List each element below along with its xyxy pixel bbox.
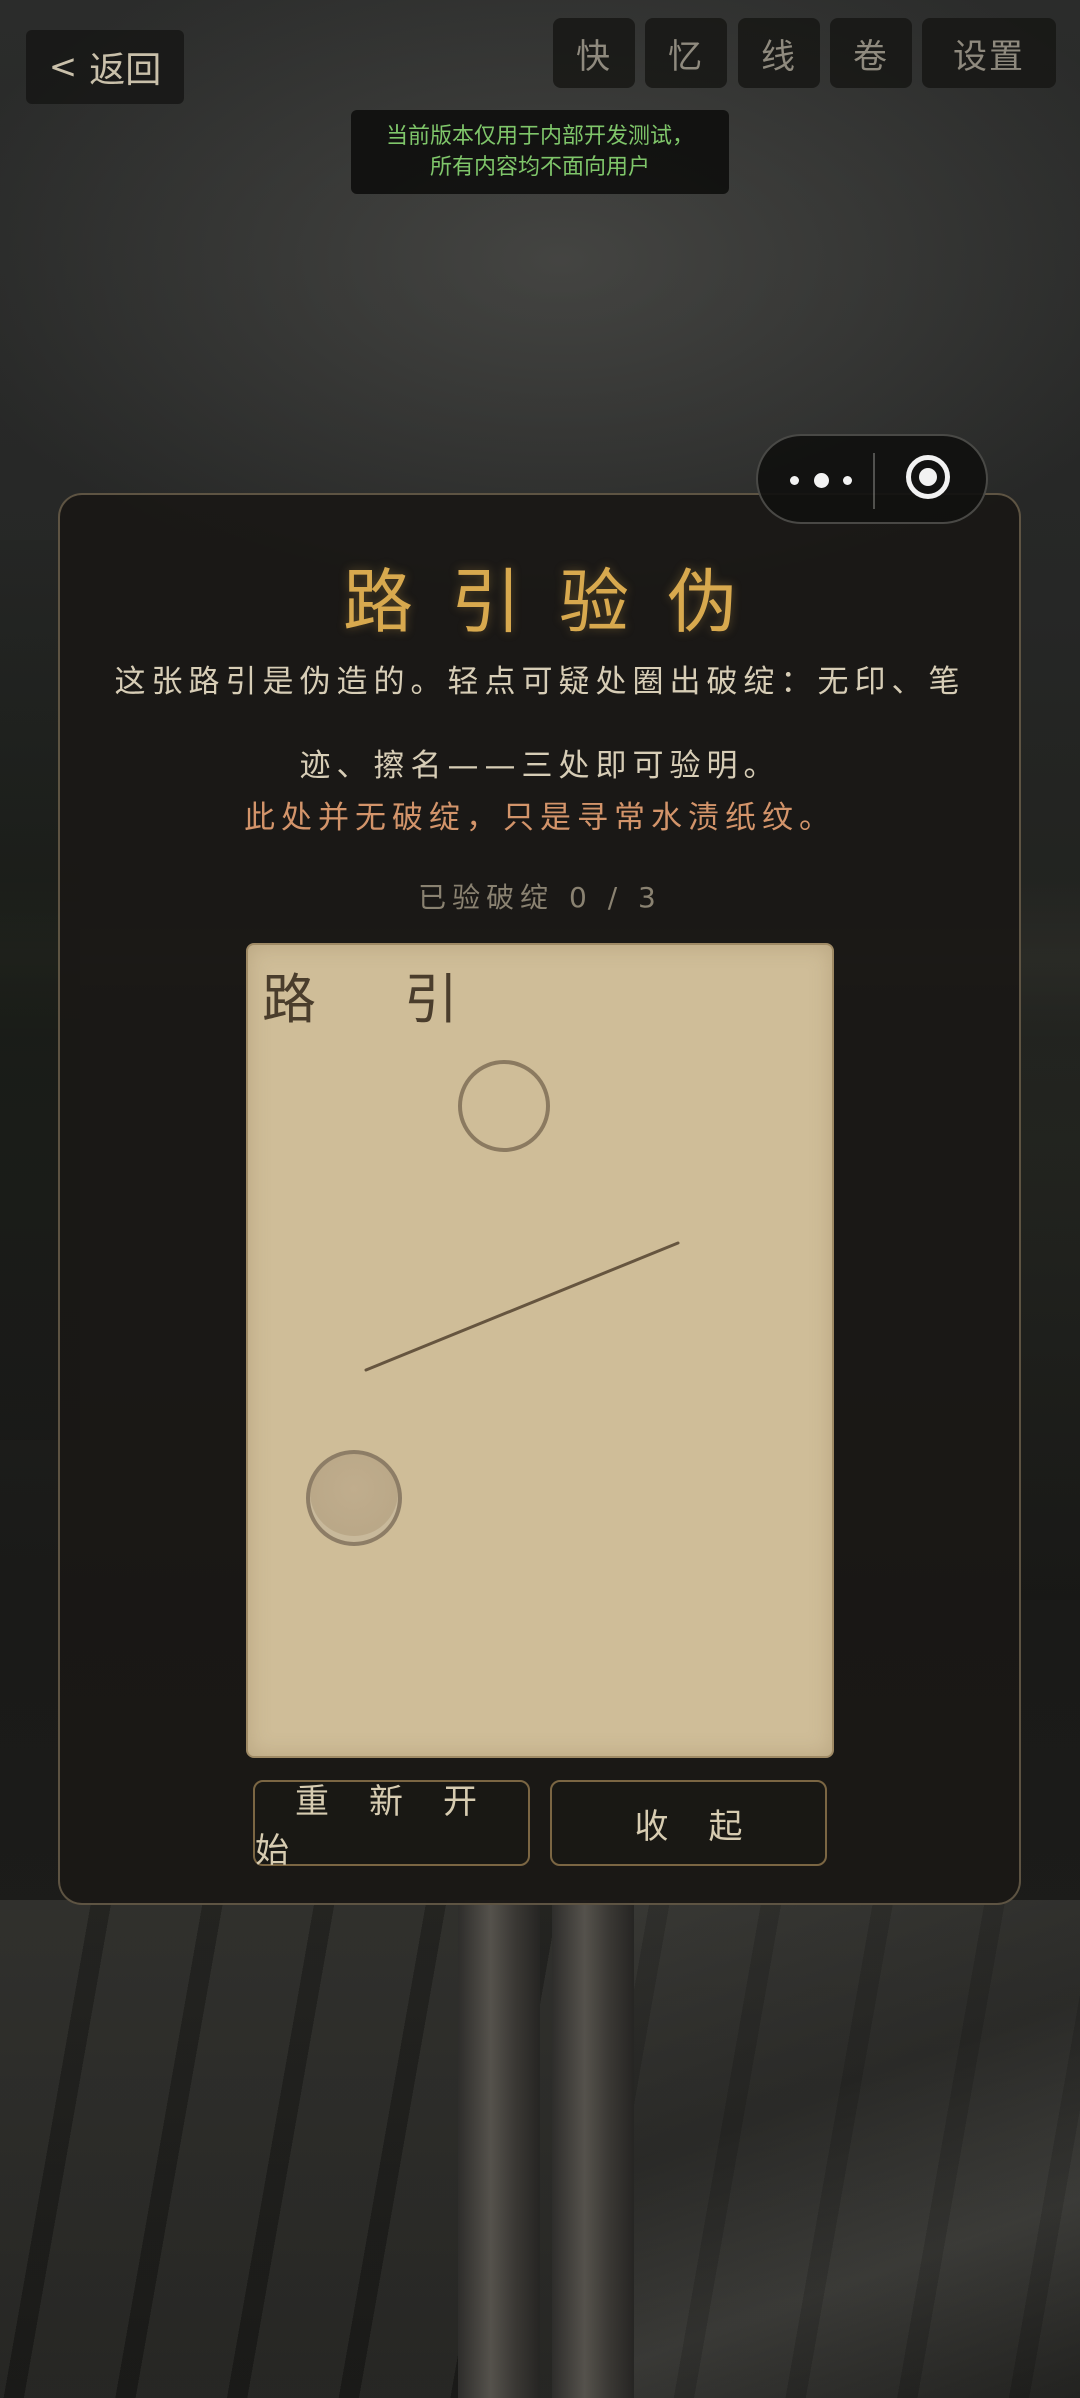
dot: [813, 472, 829, 488]
banner-line-1: 当前版本仅用于内部开发测试，: [385, 124, 694, 149]
back-button-label: 返回: [89, 50, 162, 91]
tab-settings[interactable]: 设置: [922, 18, 1056, 88]
tab-scroll-label: 卷: [853, 36, 889, 77]
feedback-hint: 此处并无破绽，只是寻常水渍纸纹。: [244, 800, 836, 836]
restart-button[interactable]: 重新开始: [253, 1780, 530, 1871]
collapse-button-label: 收起: [634, 1806, 783, 1847]
brush-stroke-line: [364, 1241, 680, 1372]
background-water: [620, 1900, 1080, 2398]
background-post-left: [458, 1900, 540, 2398]
restart-button-label: 重新开始: [255, 1782, 517, 1871]
tab-memory[interactable]: 忆: [645, 18, 727, 88]
progress-counter: 已验破绽 0 / 3: [418, 881, 662, 914]
background-post-right: [552, 1900, 634, 2398]
dot: [843, 475, 852, 485]
collapse-button[interactable]: 收起: [550, 1780, 827, 1866]
screen: < 返回 快 忆 线 卷 设置 当前版本仅用于内部开发测试， 所有内容均不面向用…: [0, 0, 1080, 2398]
panel-title: 路引验伪: [343, 561, 775, 643]
target-circle-icon[interactable]: [906, 455, 950, 499]
dev-test-banner: 当前版本仅用于内部开发测试， 所有内容均不面向用户: [351, 110, 729, 194]
tab-scroll[interactable]: 卷: [830, 18, 912, 88]
tab-quick[interactable]: 快: [553, 18, 635, 88]
chevron-left-icon: <: [48, 47, 78, 87]
miniprogram-capsule: [756, 434, 988, 524]
more-dots-icon[interactable]: [790, 466, 852, 494]
tab-settings-label: 设置: [953, 36, 1025, 77]
travel-permit-paper[interactable]: 路引: [246, 943, 834, 1758]
tab-memory-label: 忆: [668, 36, 704, 77]
water-stain-mark[interactable]: [306, 1450, 402, 1546]
panel-description: 这张路引是伪造的。轻点可疑处圈出破绽：无印、笔迹、擦名——三处即可验明。: [114, 664, 966, 784]
tab-clues[interactable]: 线: [738, 18, 820, 88]
tab-quick-label: 快: [576, 36, 612, 77]
back-button[interactable]: < 返回: [26, 30, 184, 104]
tab-clues-label: 线: [761, 36, 797, 77]
banner-line-2: 所有内容均不面向用户: [429, 155, 650, 180]
capsule-divider: [873, 453, 875, 509]
dot: [790, 475, 799, 485]
